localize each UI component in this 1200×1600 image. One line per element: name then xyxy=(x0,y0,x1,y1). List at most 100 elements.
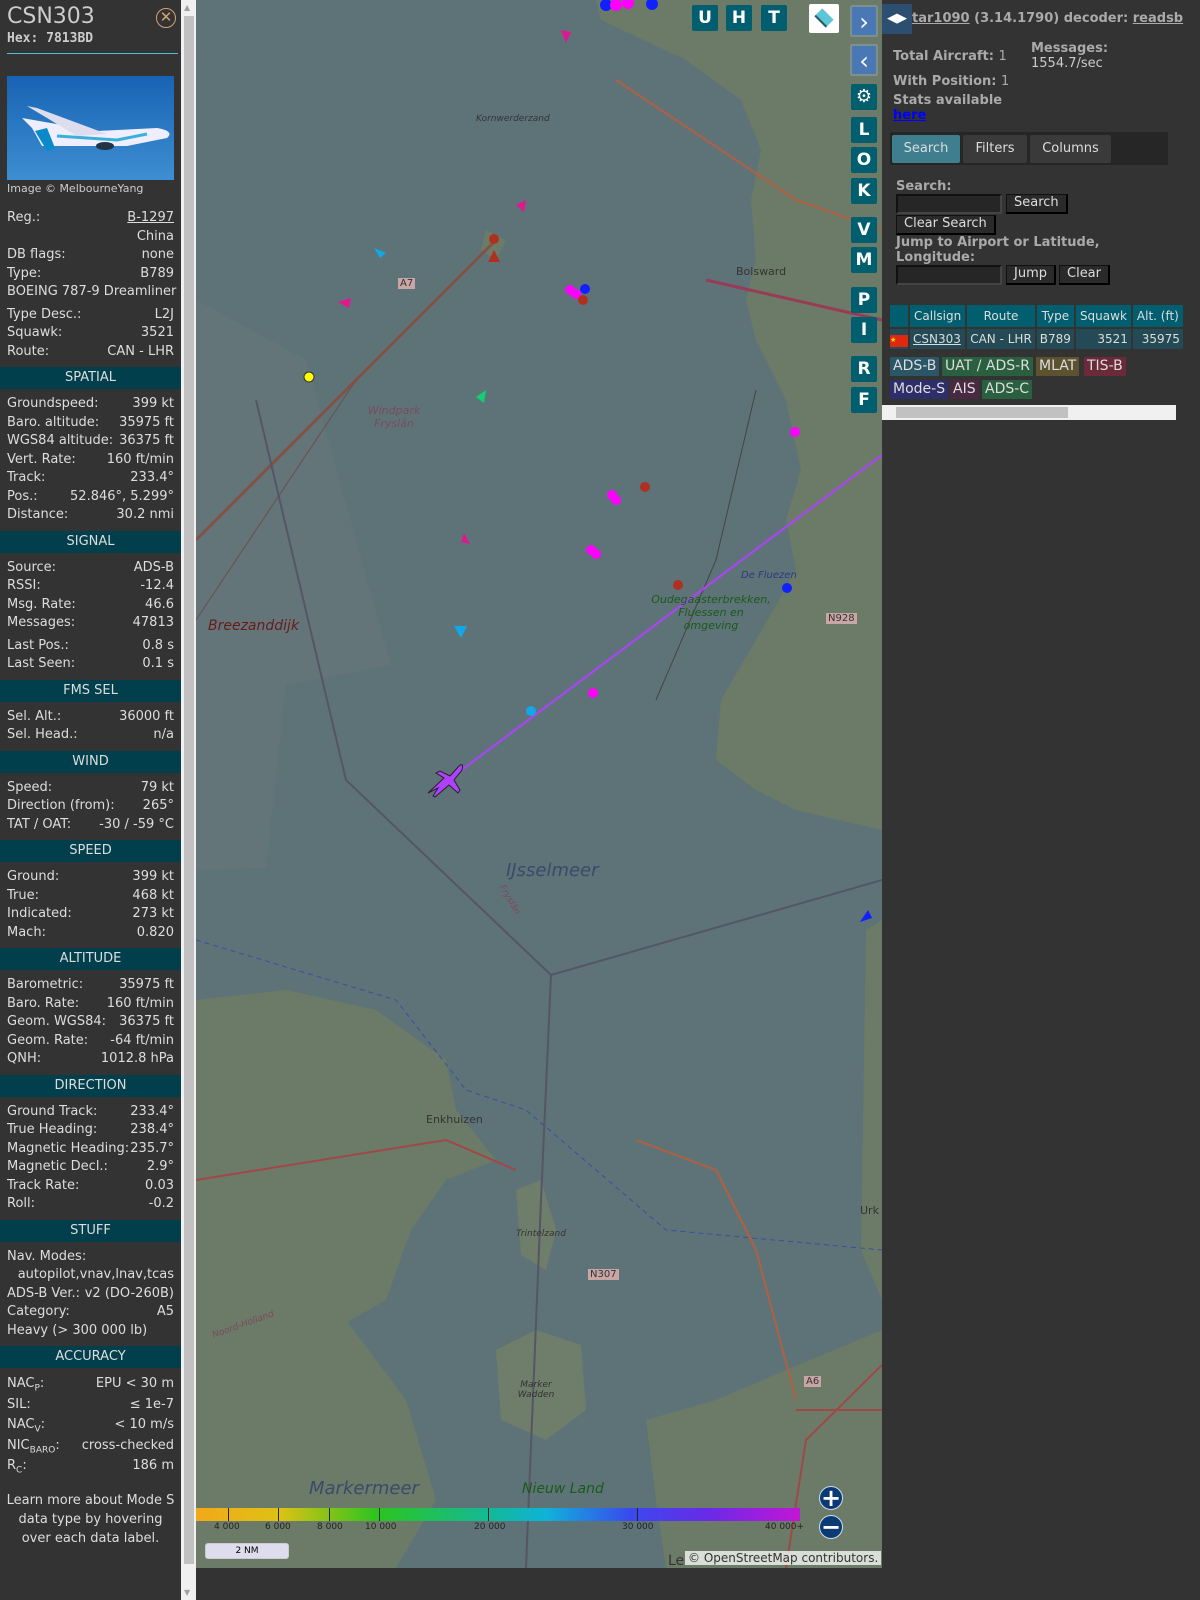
legend-tick: 6 000 xyxy=(265,1522,291,1532)
close-icon: ✕ xyxy=(159,8,173,26)
info-value: 0.8 s xyxy=(142,637,174,653)
toggle-u-button[interactable]: U xyxy=(692,5,718,31)
section-header: SIGNAL xyxy=(0,530,181,553)
section-header: FMS SEL xyxy=(0,679,181,702)
section-header: ALTITUDE xyxy=(0,948,181,970)
info-value[interactable]: B-1297 xyxy=(127,209,174,228)
search-button[interactable]: Search xyxy=(1006,194,1068,214)
toggle-h-button[interactable]: H xyxy=(726,5,752,31)
info-row: Route: CAN - LHR xyxy=(0,343,181,362)
road-label: N928 xyxy=(826,613,857,624)
toggle-o-button[interactable]: O xyxy=(851,147,877,173)
jump-label: Jump to Airport or Latitude, Longitude: xyxy=(896,235,1100,265)
col-flag[interactable] xyxy=(890,305,908,327)
search-label: Search: xyxy=(896,179,952,194)
road-label: A6 xyxy=(804,1376,822,1387)
zoom-out-button[interactable]: − xyxy=(819,1515,843,1539)
toggle-k-button[interactable]: K xyxy=(851,178,877,204)
col-type[interactable]: Type xyxy=(1036,305,1074,327)
info-row: Mach: 0.820 xyxy=(0,924,181,943)
table-horizontal-scrollbar[interactable] xyxy=(882,405,1176,420)
col-route[interactable]: Route xyxy=(967,305,1035,327)
info-label: Baro. altitude: xyxy=(7,414,100,430)
toggle-t-button[interactable]: T xyxy=(761,5,787,31)
cell-callsign[interactable]: CSN303 xyxy=(910,329,966,349)
info-value: 0.1 s xyxy=(142,656,174,671)
legend-tick: 10 000 xyxy=(365,1522,397,1532)
info-value: ≤ 1e-7 xyxy=(129,1396,174,1412)
cell-squawk: 3521 xyxy=(1075,329,1131,349)
tab-columns[interactable]: Columns xyxy=(1030,135,1111,163)
info-row: Baro. Rate: 160 ft/min xyxy=(0,995,181,1014)
layers-button[interactable] xyxy=(809,4,839,33)
clear-button[interactable]: Clear xyxy=(1059,265,1110,285)
col-callsign[interactable]: Callsign xyxy=(910,305,966,327)
with-position-value: 1 xyxy=(1001,74,1010,89)
search-input[interactable] xyxy=(896,194,1002,214)
jump-button[interactable]: Jump xyxy=(1006,265,1056,285)
table-row[interactable]: ★ CSN303 CAN - LHR B789 3521 35975 xyxy=(890,329,1183,349)
info-row: China xyxy=(0,228,181,247)
toggle-i-button[interactable]: I xyxy=(851,317,877,343)
zoom-in-button[interactable]: + xyxy=(819,1486,843,1510)
toggle-f-button[interactable]: F xyxy=(851,387,877,413)
aircraft-photo[interactable] xyxy=(7,76,174,180)
info-value: 160 ft/min xyxy=(106,995,174,1011)
settings-button[interactable]: ⚙ xyxy=(851,84,877,110)
tab-search[interactable]: Search xyxy=(892,135,960,163)
horizontal-scrollbar-thumb[interactable] xyxy=(896,407,1068,418)
map-label: Enkhuizen xyxy=(426,1113,483,1126)
info-row: Pos.: 52.846°, 5.299° xyxy=(0,488,181,507)
info-value: -30 / -59 °C xyxy=(99,816,174,832)
scroll-down-icon[interactable]: ▼ xyxy=(184,1588,190,1597)
info-value: 3521 xyxy=(140,325,174,340)
clear-search-button[interactable]: Clear Search xyxy=(896,215,996,235)
info-row: RSSI: -12.4 xyxy=(0,577,181,596)
app-link[interactable]: tar1090 xyxy=(912,11,970,26)
china-flag-icon: ★ xyxy=(890,335,908,347)
with-position: With Position: 1 xyxy=(893,74,1009,89)
toggle-sidebar-button[interactable]: ◀▶ xyxy=(882,4,912,34)
info-row: Direction (from): 265° xyxy=(0,797,181,816)
help-note: Learn more about Mode S data type by hov… xyxy=(6,1492,175,1546)
info-label: True: xyxy=(7,887,39,903)
tab-filters[interactable]: Filters xyxy=(963,135,1027,163)
info-value: 1012.8 hPa xyxy=(100,1051,174,1066)
info-value: CAN - LHR xyxy=(107,343,174,359)
col-squawk[interactable]: Squawk xyxy=(1075,305,1131,327)
info-value: 265° xyxy=(142,798,174,813)
collapse-left-button[interactable]: ‹ xyxy=(850,44,878,76)
nav-modes-value: autopilot,vnav,lnav,tcas xyxy=(17,1267,174,1282)
info-label: Type Desc.: xyxy=(7,306,82,322)
expand-right-button[interactable]: › xyxy=(850,5,878,37)
toggle-r-button[interactable]: R xyxy=(851,356,877,382)
toggle-m-button[interactable]: M xyxy=(851,247,877,273)
scroll-up-icon[interactable]: ▲ xyxy=(184,3,190,12)
info-row: Indicated: 273 kt xyxy=(0,905,181,924)
messages-rate: 1554.7/sec xyxy=(1031,56,1103,71)
table-header: Callsign Route Type Squawk Alt. (ft) xyxy=(890,305,1183,327)
info-value: 36375 ft xyxy=(119,1014,174,1029)
info-label: NACP: xyxy=(7,1376,45,1394)
toggle-l-button[interactable]: L xyxy=(851,117,877,143)
airplane-photo-image xyxy=(22,106,170,151)
toggle-v-button[interactable]: V xyxy=(851,217,877,243)
info-row: Ground Track: 233.4° xyxy=(0,1103,181,1122)
sidebar-scrollbar-thumb[interactable] xyxy=(184,16,194,1564)
col-altitude[interactable]: Alt. (ft) xyxy=(1132,305,1183,327)
stats-link[interactable]: here xyxy=(893,108,926,123)
info-row: NICBARO: cross-checked xyxy=(0,1436,181,1457)
total-aircraft-label: Total Aircraft: xyxy=(893,49,994,64)
info-row: Distance: 30.2 nmi xyxy=(0,506,181,525)
jump-input[interactable] xyxy=(896,265,1002,285)
toggle-p-button[interactable]: P xyxy=(851,287,877,313)
map[interactable]: Kornwerderzand Bolsward Windpark Fryslân… xyxy=(196,0,882,1568)
altitude-color-legend xyxy=(196,1508,800,1521)
decoder-link[interactable]: readsb xyxy=(1133,11,1183,26)
info-label: Messages: xyxy=(7,615,76,630)
info-value: -64 ft/min xyxy=(110,1032,174,1048)
close-button[interactable]: ✕ xyxy=(156,8,176,28)
info-label: Type: xyxy=(7,265,42,281)
map-attribution[interactable]: © OpenStreetMap contributors. xyxy=(685,1551,882,1565)
info-row: Baro. altitude: 35975 ft xyxy=(0,414,181,433)
